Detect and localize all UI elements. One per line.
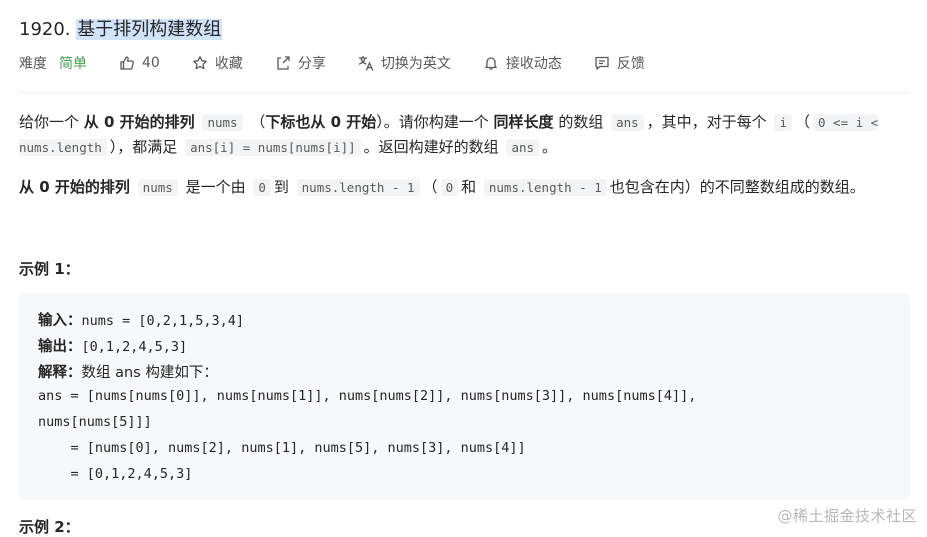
inline-code: nums (137, 179, 178, 196)
like-count: 40 (142, 55, 160, 71)
output-label: 输出： (38, 339, 82, 355)
problem-number: 1920. (19, 19, 71, 40)
translate-icon (358, 55, 374, 71)
problem-meta-bar: 难度 简单 40 收藏 分享 切换为英文 接收动态 反馈 (19, 53, 677, 73)
explain-label: 解释： (38, 365, 82, 381)
desc-text: 。 (542, 138, 558, 156)
input-label: 输入： (38, 313, 82, 329)
desc-text: （ (422, 178, 438, 196)
example-code-line: = [nums[0], nums[2], nums[1], nums[5], n… (38, 440, 526, 456)
inline-code: i (774, 114, 792, 131)
bell-icon (483, 55, 499, 71)
desc-text: 给你一个 (19, 113, 84, 131)
desc-text: ，其中，对于每个 (646, 113, 772, 131)
inline-code: ans[i] = nums[nums[i]] (185, 139, 361, 156)
description-paragraph-2: 从 0 开始的排列 nums 是一个由 0到 nums.length - 1 （0… (19, 175, 909, 200)
header-divider (19, 92, 910, 93)
explain-text: 数组 ans 构建如下： (81, 365, 218, 381)
inline-code: 0 (253, 179, 271, 196)
inline-code: nums (202, 114, 243, 131)
desc-bold: 同样长度 (493, 113, 554, 131)
desc-text: 是一个由 (185, 178, 251, 196)
problem-title-text: 基于排列构建数组 (76, 19, 223, 40)
difficulty-label: 难度 (19, 56, 47, 72)
translate-button[interactable]: 切换为英文 (358, 53, 451, 73)
star-icon (192, 55, 208, 71)
desc-bold: 从 0 开始的排列 (83, 113, 195, 131)
example-2-heading: 示例 2： (19, 518, 80, 536)
difficulty-badge: 简单 (59, 56, 87, 72)
thumbs-up-icon (119, 55, 135, 71)
favorite-button[interactable]: 收藏 (192, 53, 243, 73)
notify-label: 接收动态 (505, 56, 562, 72)
example-explain-line: 解释：数组 ans 构建如下： (38, 361, 218, 382)
inline-code: nums.length - 1 (483, 179, 607, 196)
like-button[interactable]: 40 (119, 55, 160, 71)
desc-text: 的数组 (553, 113, 609, 131)
translate-label: 切换为英文 (380, 56, 451, 72)
inline-code: ans (506, 139, 540, 156)
desc-bold: 下标也从 0 开始 (265, 113, 377, 131)
desc-text: 和 (461, 178, 481, 196)
example-1-block: 输入：nums = [0,2,1,5,3,4] 输出：[0,1,2,4,5,3]… (19, 293, 910, 500)
desc-text: 也包含在内）的不同整数组成的数组。 (609, 178, 865, 196)
desc-text: （ (250, 113, 266, 131)
example-output-line: 输出：[0,1,2,4,5,3] (38, 335, 187, 356)
inline-code: 0 (440, 179, 459, 196)
feedback-label: 反馈 (616, 56, 645, 72)
input-value: nums = [0,2,1,5,3,4] (81, 313, 245, 329)
share-label: 分享 (297, 56, 326, 72)
share-button[interactable]: 分享 (275, 53, 326, 73)
output-value: [0,1,2,4,5,3] (81, 339, 188, 355)
problem-title: 1920. 基于排列构建数组 (19, 18, 223, 42)
favorite-label: 收藏 (214, 56, 243, 72)
example-1-heading: 示例 1： (19, 260, 80, 278)
feedback-button[interactable]: 反馈 (594, 53, 645, 73)
description-paragraph-1: 给你一个 从 0 开始的排列 nums （下标也从 0 开始）。请你构建一个 同… (19, 110, 909, 160)
desc-text: ）。请你构建一个 (376, 113, 494, 131)
desc-text: 到 (273, 178, 294, 196)
desc-bold: 从 0 开始的排列 (19, 178, 130, 196)
desc-text: ），都满足 (109, 138, 183, 156)
inline-code: ans (611, 114, 644, 131)
example-code-line: ans = [nums[nums[0]], nums[nums[1]], num… (38, 388, 697, 404)
example-code-line: nums[nums[5]]] (38, 414, 152, 430)
inline-code: nums.length - 1 (296, 179, 420, 196)
example-input-line: 输入：nums = [0,2,1,5,3,4] (38, 309, 244, 330)
feedback-icon (594, 55, 610, 71)
desc-text: 。返回构建好的数组 (363, 138, 504, 156)
watermark: @稀土掘金技术社区 (777, 507, 917, 525)
example-code-line: = [0,1,2,4,5,3] (38, 466, 193, 482)
share-icon (275, 55, 291, 71)
desc-text: （ (794, 113, 810, 131)
notify-button[interactable]: 接收动态 (483, 53, 562, 73)
